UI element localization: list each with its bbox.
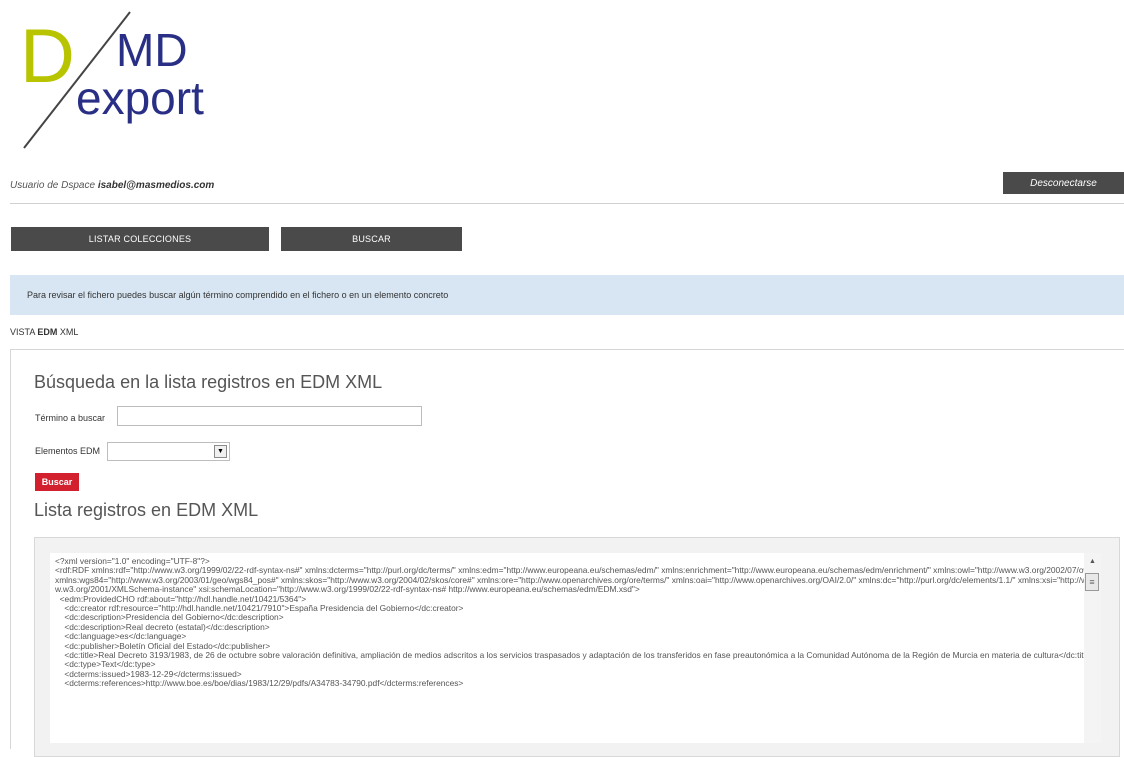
info-text: Para revisar el fichero puedes buscar al… (27, 290, 449, 300)
logo-letter: D (20, 14, 75, 99)
view-bold: EDM (37, 327, 58, 337)
scroll-thumb[interactable]: ≡ (1085, 573, 1099, 591)
header-divider (10, 203, 1124, 204)
term-label: Término a buscar (35, 413, 106, 423)
term-input[interactable] (117, 406, 422, 426)
user-email: isabel@masmedios.com (97, 180, 215, 191)
results-heading: Lista registros en EDM XML (34, 500, 259, 520)
list-collections-button[interactable]: LISTAR COLECCIONES (11, 227, 269, 251)
search-heading: Búsqueda en la lista registros en EDM XM… (34, 372, 383, 392)
logo-line1: MD (116, 24, 188, 76)
search-submit-button[interactable]: Buscar (35, 473, 79, 491)
logo-line2: export (76, 72, 204, 124)
xml-scrollbar[interactable]: ▲ ≡ (1084, 553, 1101, 743)
logout-button[interactable]: Desconectarse (1003, 172, 1124, 194)
dspace-user-info: Usuario de Dspace isabel@masmedios.com (10, 180, 214, 191)
search-nav-button[interactable]: BUSCAR (281, 227, 462, 251)
xml-textarea[interactable]: <?xml version="1.0" encoding="UTF-8"?> <… (50, 553, 1100, 743)
view-prefix: VISTA (10, 327, 38, 337)
info-message: Para revisar el fichero puedes buscar al… (10, 275, 1124, 315)
chevron-down-icon[interactable]: ▼ (214, 445, 227, 458)
dmd-export-logo: D MD export (18, 8, 228, 153)
view-label: VISTA EDM XML (10, 327, 78, 337)
scroll-up-icon[interactable]: ▲ (1084, 553, 1101, 569)
edm-elements-select[interactable]: ▼ (107, 442, 230, 461)
view-suffix: XML (57, 327, 79, 337)
user-prefix: Usuario de Dspace (10, 180, 98, 191)
elements-label: Elementos EDM (35, 446, 101, 456)
xml-content: <?xml version="1.0" encoding="UTF-8"?> <… (55, 556, 1100, 689)
logo-graphic: D MD export (20, 11, 204, 149)
